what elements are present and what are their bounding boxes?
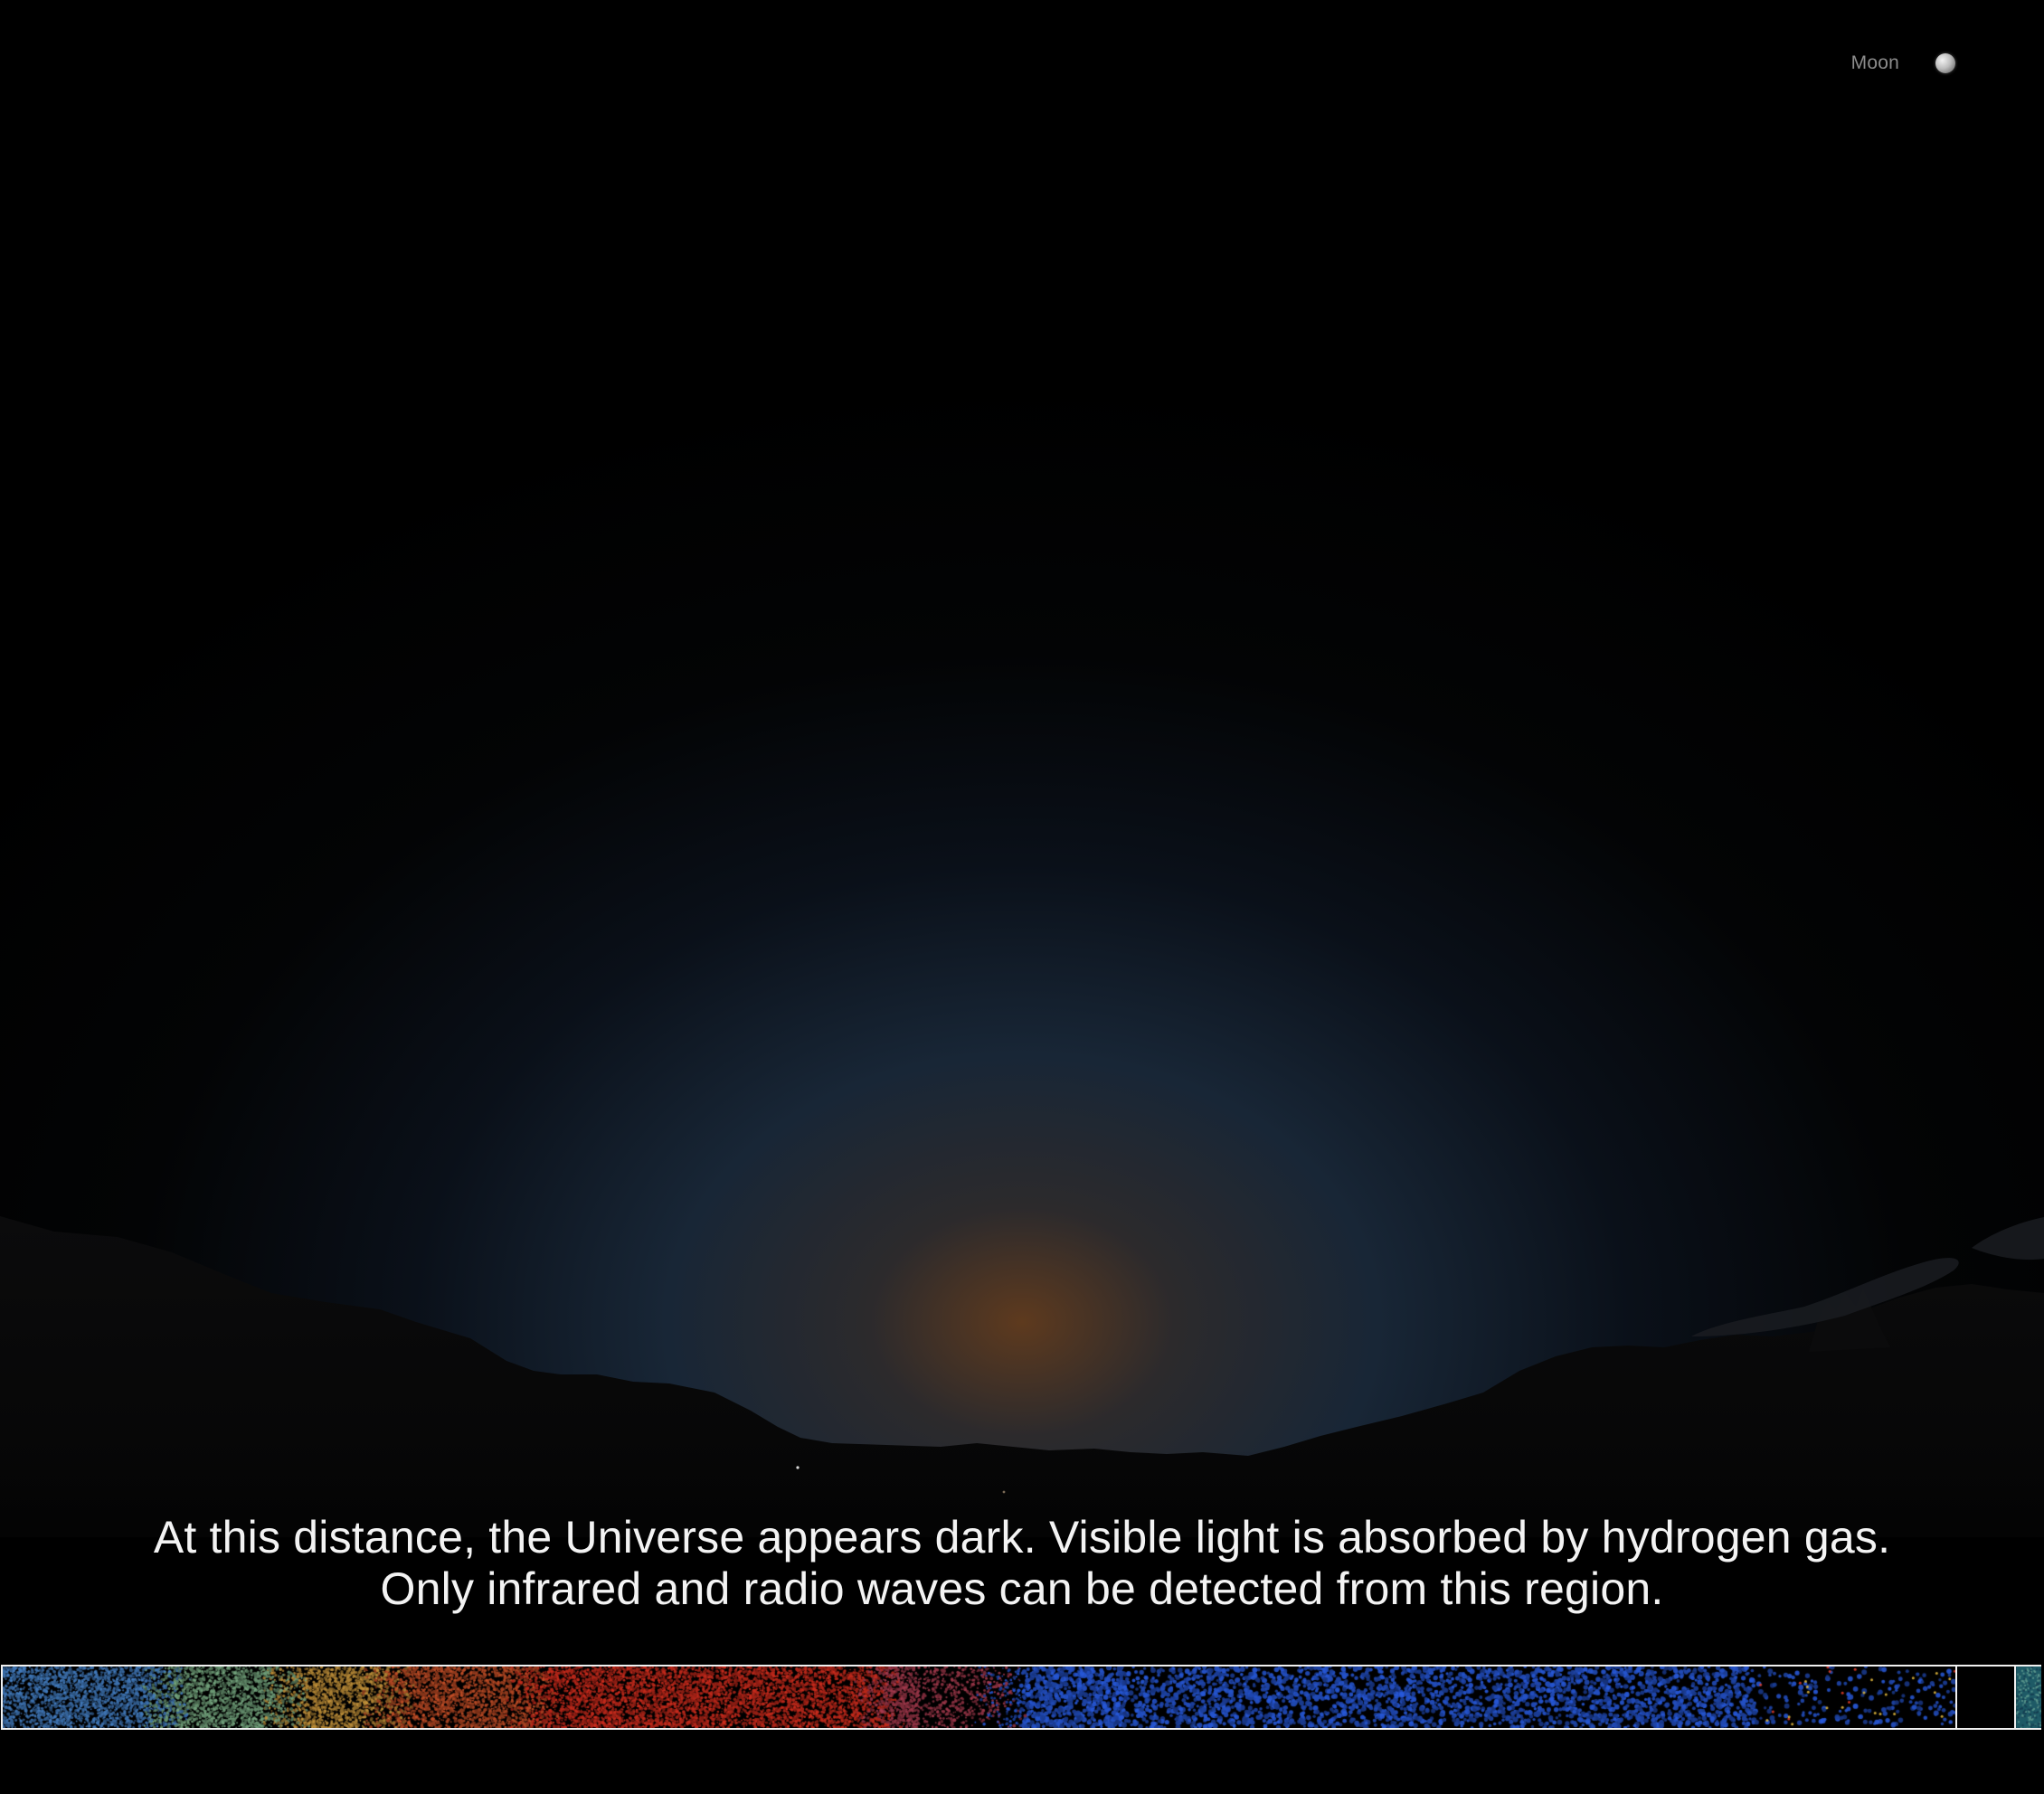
timeline-scrubber[interactable] (1, 1665, 2041, 1730)
cosmic-map-strip (1, 1667, 2041, 1728)
nav-target-moon[interactable]: Moon (1851, 52, 1955, 74)
timeline-left-edge (1, 1667, 3, 1728)
moon-icon (1935, 53, 1955, 73)
nav-target-label: Moon (1850, 52, 1899, 73)
timeline-end-marker (2014, 1667, 2016, 1728)
caption: At this distance, the Universe appears d… (0, 1512, 2044, 1615)
caption-line-1: At this distance, the Universe appears d… (153, 1512, 1891, 1563)
distant-light (796, 1466, 800, 1469)
timeline-position-marker[interactable] (1955, 1667, 1957, 1728)
caption-line-2: Only infrared and radio waves can be det… (380, 1563, 1664, 1614)
distant-light (1002, 1490, 1006, 1494)
